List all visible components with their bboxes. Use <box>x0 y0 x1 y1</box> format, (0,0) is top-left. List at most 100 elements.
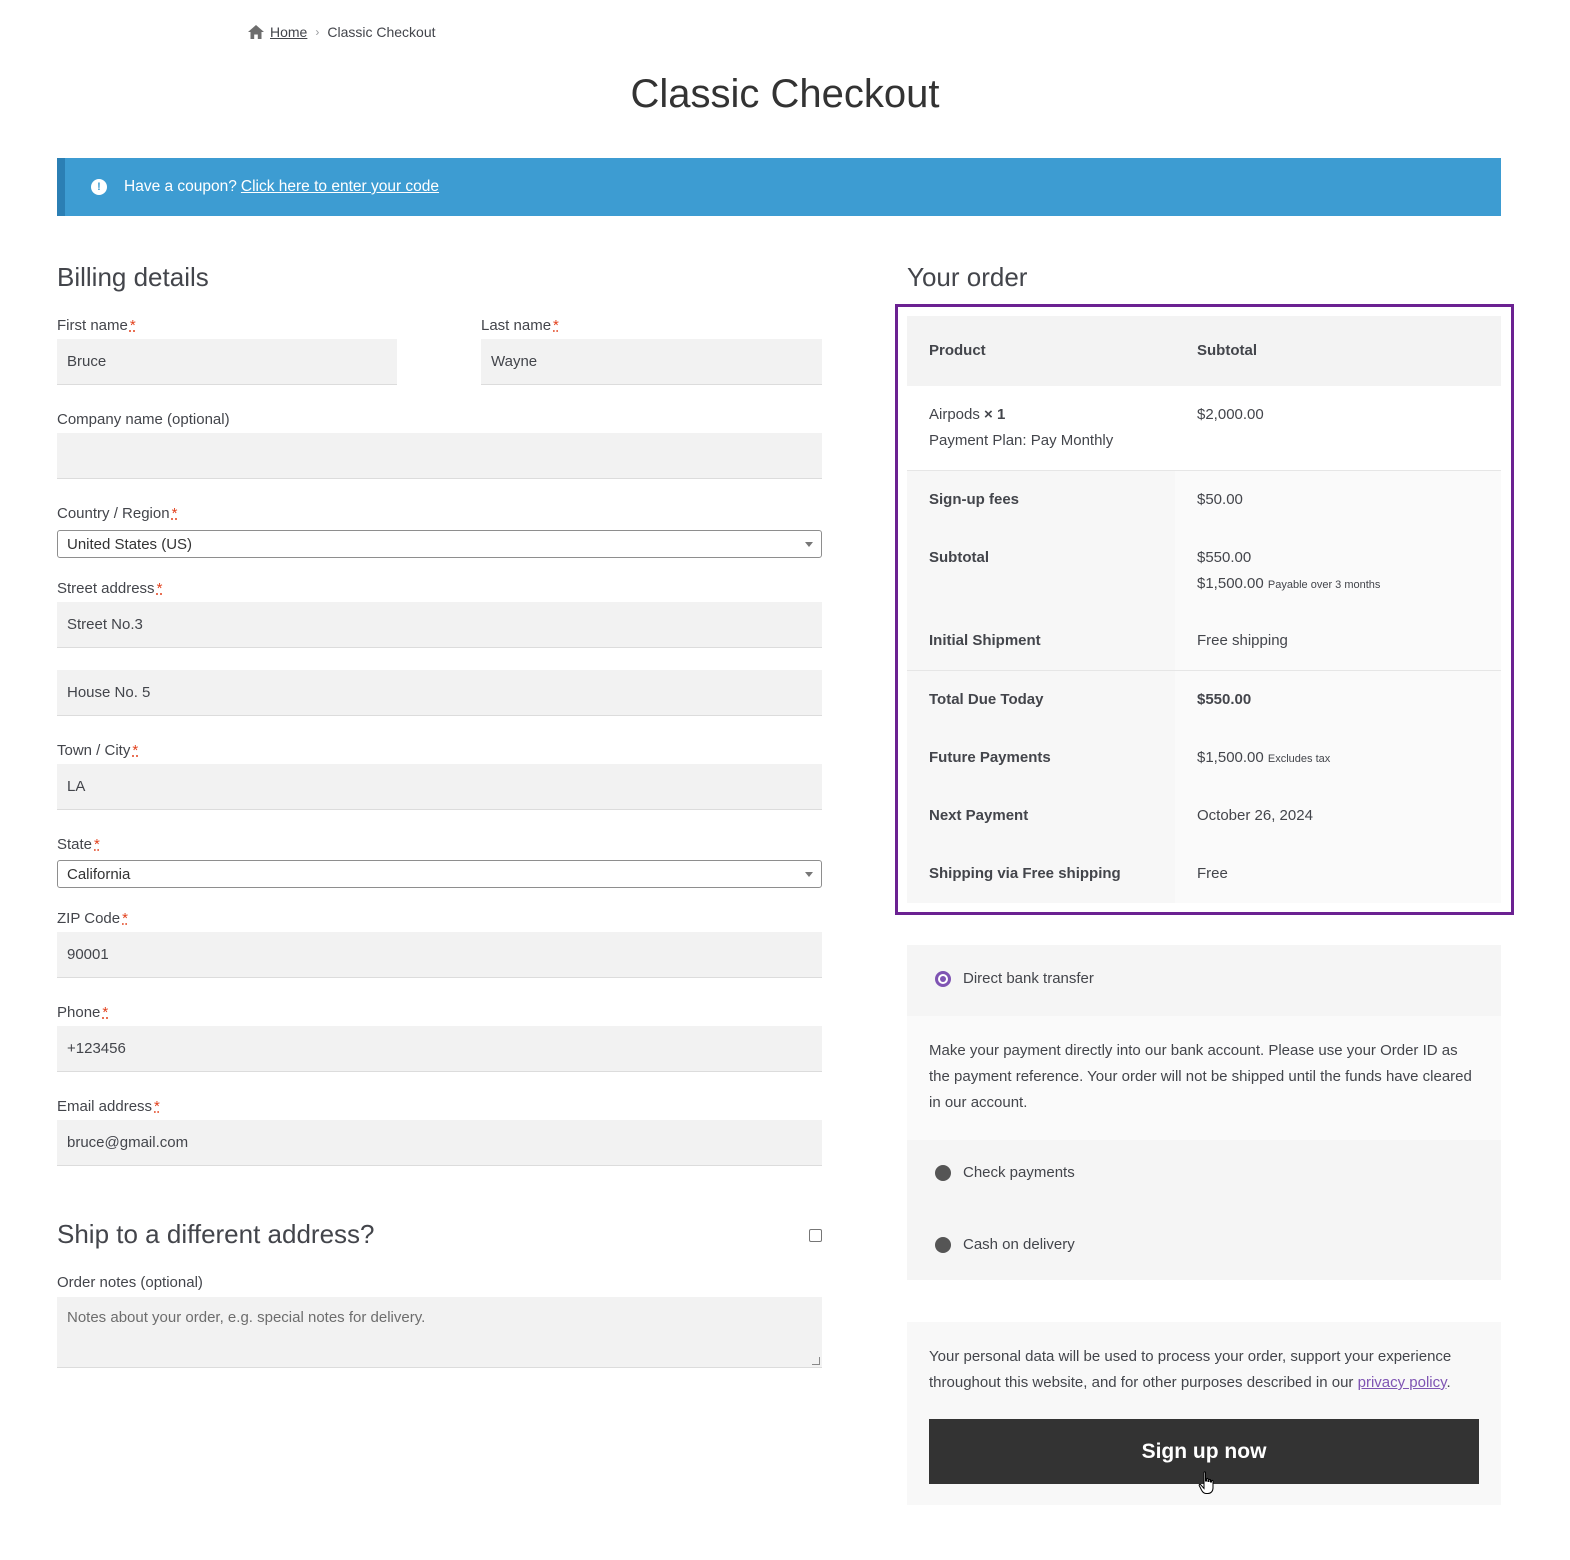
col-product-header: Product <box>929 342 986 359</box>
email-label-text: Email address <box>57 1098 153 1115</box>
required-mark: * <box>132 742 139 759</box>
first-name-label: First name * <box>57 317 136 334</box>
privacy-policy-link[interactable]: privacy policy <box>1358 1374 1447 1391</box>
required-mark: * <box>156 580 163 597</box>
phone-label-text: Phone <box>57 1004 101 1021</box>
city-field[interactable]: LA <box>57 764 822 810</box>
payment-method-label[interactable]: Direct bank transfer <box>963 970 1094 987</box>
first-name-label-text: First name <box>57 317 128 334</box>
order-notes-textarea[interactable]: Notes about your order, e.g. special not… <box>57 1297 822 1368</box>
chevron-down-icon <box>805 542 813 547</box>
item-name-text: Airpods <box>929 406 980 423</box>
radio-cash-on-delivery[interactable] <box>935 1237 951 1253</box>
company-label: Company name (optional) <box>57 411 230 428</box>
payment-method-label[interactable]: Check payments <box>963 1164 1075 1181</box>
privacy-end: . <box>1446 1374 1451 1391</box>
future-payments-note: Excludes tax <box>1267 753 1331 765</box>
state-label-text: State <box>57 836 93 853</box>
future-payments-value: $1,500.00 <box>1197 749 1264 766</box>
company-field[interactable] <box>57 433 822 479</box>
item-price: $2,000.00 <box>1197 406 1264 423</box>
required-mark: * <box>171 505 178 522</box>
breadcrumb-separator: › <box>315 25 320 39</box>
zip-label-text: ZIP Code <box>57 910 121 927</box>
country-selected-value: United States (US) <box>67 535 193 553</box>
home-icon <box>248 25 264 39</box>
subtotal-recurring: $1,500.00 Payable over 3 months <box>1197 575 1380 592</box>
breadcrumb: Home › Classic Checkout <box>248 24 436 40</box>
first-name-field[interactable]: Bruce <box>57 339 397 385</box>
chevron-down-icon <box>805 872 813 877</box>
coupon-text: Have a coupon? <box>124 178 237 195</box>
last-name-label: Last name * <box>481 317 559 334</box>
state-select[interactable]: California <box>57 860 822 888</box>
col-subtotal-header: Subtotal <box>1197 342 1257 359</box>
shipping-value: Free <box>1197 865 1228 882</box>
privacy-notice: Your personal data will be used to proce… <box>929 1344 1479 1396</box>
subtotal-recurring-value: $1,500.00 <box>1197 575 1264 592</box>
future-payments: $1,500.00 Excludes tax <box>1197 749 1330 766</box>
order-notes-label: Order notes (optional) <box>57 1274 203 1291</box>
order-heading: Your order <box>907 262 1028 292</box>
total-due-label: Total Due Today <box>929 691 1044 708</box>
street-line1-field[interactable]: Street No.3 <box>57 602 822 648</box>
required-mark: * <box>154 1098 160 1115</box>
country-label: Country / Region * <box>57 505 177 522</box>
breadcrumb-home-link[interactable]: Home <box>270 24 307 40</box>
subtotal-recurring-note: Payable over 3 months <box>1267 579 1381 591</box>
street-label: Street address * <box>57 580 162 597</box>
country-select[interactable]: United States (US) <box>57 530 822 558</box>
breadcrumb-current: Classic Checkout <box>327 24 436 40</box>
country-label-text: Country / Region <box>57 505 170 522</box>
payment-methods: Direct bank transfer Make your payment d… <box>907 945 1501 1280</box>
next-payment-value: October 26, 2024 <box>1197 807 1313 824</box>
hand-cursor-icon <box>1198 1471 1214 1494</box>
required-mark: * <box>122 910 128 927</box>
signup-fees-label: Sign-up fees <box>929 491 1020 508</box>
ship-different-heading[interactable]: Ship to a different address? <box>57 1219 375 1250</box>
state-selected-value: California <box>67 865 131 883</box>
last-name-field[interactable]: Wayne <box>481 339 822 385</box>
email-field[interactable]: bruce@gmail.com <box>57 1120 822 1166</box>
required-mark: * <box>553 317 559 334</box>
next-payment-label: Next Payment <box>929 807 1029 824</box>
radio-bank-transfer[interactable] <box>935 971 951 987</box>
item-name: Airpods × 1 <box>929 406 1005 423</box>
state-label: State * <box>57 836 100 853</box>
payment-description: Make your payment directly into our bank… <box>929 1042 1472 1111</box>
item-meta: Payment Plan: Pay Monthly <box>929 432 1114 449</box>
order-notes-placeholder: Notes about your order, e.g. special not… <box>67 1309 426 1326</box>
signup-fees-value: $50.00 <box>1197 491 1243 508</box>
phone-label: Phone * <box>57 1004 108 1021</box>
item-qty: × 1 <box>984 406 1006 423</box>
resize-handle-icon[interactable] <box>812 1357 820 1365</box>
phone-field[interactable]: +123456 <box>57 1026 822 1072</box>
initial-shipment-label: Initial Shipment <box>929 632 1041 649</box>
street-line2-field[interactable]: House No. 5 <box>57 670 822 716</box>
initial-shipment-value: Free shipping <box>1197 632 1288 649</box>
coupon-link[interactable]: Click here to enter your code <box>241 178 439 196</box>
payment-description-box: Make your payment directly into our bank… <box>907 1016 1501 1140</box>
total-due-value: $550.00 <box>1197 691 1252 708</box>
required-mark: * <box>129 317 136 334</box>
page-title: Classic Checkout <box>630 72 940 116</box>
last-name-label-text: Last name <box>481 317 552 334</box>
radio-check-payments[interactable] <box>935 1165 951 1181</box>
city-label: Town / City * <box>57 742 138 759</box>
subtotal-value: $550.00 <box>1197 549 1252 566</box>
ship-different-checkbox[interactable] <box>809 1229 822 1242</box>
street-label-text: Street address <box>57 580 155 597</box>
payment-method-label[interactable]: Cash on delivery <box>963 1236 1075 1253</box>
info-icon: ! <box>91 179 107 195</box>
zip-field[interactable]: 90001 <box>57 932 822 978</box>
city-label-text: Town / City <box>57 742 131 759</box>
zip-label: ZIP Code * <box>57 910 128 927</box>
shipping-label: Shipping via Free shipping <box>929 865 1121 882</box>
email-label: Email address * <box>57 1098 160 1115</box>
billing-heading: Billing details <box>57 262 209 292</box>
future-payments-label: Future Payments <box>929 749 1051 766</box>
coupon-notice: ! Have a coupon? Click here to enter you… <box>57 158 1501 216</box>
subtotal-label: Subtotal <box>929 549 989 566</box>
required-mark: * <box>102 1004 109 1021</box>
required-mark: * <box>94 836 100 853</box>
